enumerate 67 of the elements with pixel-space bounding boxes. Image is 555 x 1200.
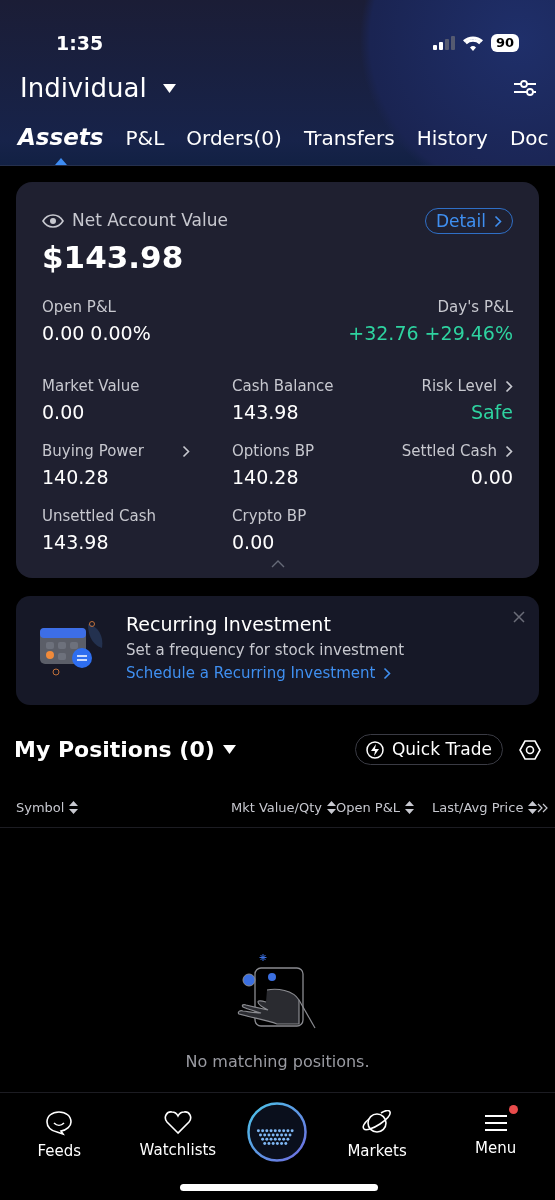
chevron-right-icon[interactable] — [505, 444, 513, 458]
settings-icon[interactable] — [519, 738, 541, 761]
metric-label: Risk Level — [421, 376, 497, 397]
assistant-orb-icon[interactable] — [246, 1100, 309, 1163]
lightning-icon — [365, 740, 384, 759]
banner-text: Set a frequency for stock investment — [126, 639, 405, 661]
metric-label: Options BP — [232, 441, 314, 462]
metric-label: Unsettled Cash — [42, 506, 156, 527]
eye-icon[interactable] — [42, 213, 64, 228]
metric-value: +32.76 +29.46% — [348, 320, 513, 346]
metric-value: 140.28 — [232, 464, 300, 490]
column-header[interactable]: Open P&L — [336, 798, 415, 818]
nav-tab[interactable]: Feeds — [9, 1100, 110, 1163]
metric-value: 0.00 — [232, 529, 276, 555]
sort-icon — [405, 801, 415, 815]
banner-title: Recurring Investment — [126, 612, 332, 637]
account-selector[interactable]: Individual — [20, 68, 176, 108]
tab[interactable]: History — [416, 110, 488, 165]
chevron-right-icon[interactable] — [182, 444, 190, 458]
chevron-right-icon — [383, 666, 392, 680]
chevron-right-icon[interactable] — [505, 379, 513, 393]
sort-icon — [69, 801, 79, 815]
column-header[interactable]: Last/Avg Price — [432, 798, 538, 818]
nav-tab[interactable]: Menu — [445, 1103, 546, 1160]
net-value: $143.98 — [42, 237, 185, 277]
empty-state-text: No matching positions. — [185, 1051, 370, 1073]
metric-label: Settled Cash — [401, 441, 497, 462]
metric-label: Day's P&L — [436, 297, 513, 318]
tab[interactable]: Transfers — [303, 110, 395, 165]
metric-value: 143.98 — [42, 529, 110, 555]
nav-tab[interactable]: Watchlists — [127, 1101, 228, 1162]
tab[interactable]: Orders(0) — [186, 110, 282, 165]
sort-icon — [528, 801, 538, 815]
tab[interactable]: Doc — [509, 110, 549, 165]
column-header[interactable]: Mkt Value/Qty — [230, 798, 336, 818]
tab[interactable]: P&L — [125, 110, 165, 165]
collapse-icon[interactable] — [270, 560, 285, 568]
metric-value: 0.00 — [42, 399, 86, 425]
menu-icon — [483, 1113, 508, 1134]
net-value-label: Net Account Value — [72, 209, 228, 232]
double-chevron-icon[interactable] — [537, 802, 550, 813]
metric-label: Cash Balance — [232, 376, 334, 397]
column-header[interactable]: Symbol — [16, 798, 79, 818]
nav-tab[interactable]: Markets — [327, 1100, 428, 1163]
metric-value: Safe — [469, 399, 513, 425]
wifi-icon — [462, 35, 483, 51]
signal-icon — [432, 36, 455, 50]
dropdown-icon — [222, 745, 236, 754]
heart-icon — [163, 1111, 192, 1136]
sort-icon — [327, 801, 336, 815]
metric-label: Buying Power — [42, 441, 144, 462]
schedule-link[interactable]: Schedule a Recurring Investment — [126, 662, 392, 685]
chat-bubble-icon — [45, 1110, 74, 1137]
metric-value: 0.00 — [469, 464, 513, 490]
metric-label: Market Value — [42, 376, 140, 397]
battery-level: 90 — [490, 34, 519, 52]
metric-label: Crypto BP — [232, 506, 307, 527]
tab[interactable]: Assets — [18, 110, 104, 165]
settings-sliders-icon[interactable] — [513, 78, 537, 98]
metric-value: 0.00 0.00% — [42, 320, 151, 346]
metric-value: 143.98 — [232, 399, 300, 425]
metric-label: Open P&L — [42, 297, 117, 318]
dropdown-icon — [162, 83, 176, 93]
positions-dropdown[interactable]: My Positions (0) — [14, 733, 236, 766]
metric-value: 140.28 — [42, 464, 110, 490]
status-time: 1:35 — [56, 30, 104, 56]
chevron-right-icon — [494, 214, 502, 228]
